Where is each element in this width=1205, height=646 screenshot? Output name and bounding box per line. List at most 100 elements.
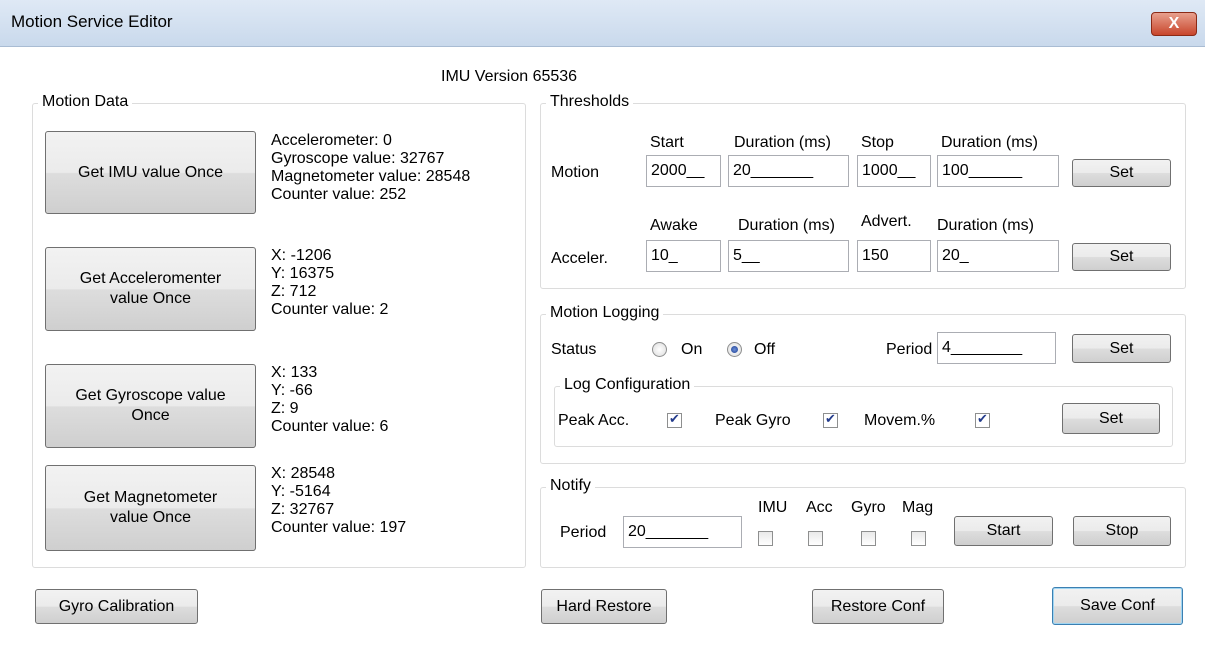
peak-gyro-checkbox[interactable] [823, 411, 838, 428]
notify-stop-button[interactable]: Stop [1073, 516, 1171, 546]
notify-period-input[interactable]: 20_______ [623, 516, 742, 548]
close-icon: X [1168, 15, 1180, 32]
get-magnetometer-value-button[interactable]: Get Magnetometer value Once [45, 465, 256, 551]
get-imu-value-button[interactable]: Get IMU value Once [45, 131, 256, 214]
advert-duration-header: Duration (ms) [937, 217, 1034, 234]
motion-data-legend: Motion Data [38, 93, 133, 111]
awake-duration-header: Duration (ms) [738, 217, 835, 234]
get-imu-value-label: Get IMU value Once [78, 163, 223, 181]
motion-set-button[interactable]: Set [1072, 159, 1171, 187]
notify-gyro-label: Gyro [851, 499, 886, 516]
accelerometer-y-value: Y: 16375 [271, 265, 335, 282]
gyroscope-x-value: X: 133 [271, 364, 318, 381]
status-off-label: Off [754, 341, 776, 358]
imu-magnetometer-value: Magnetometer value: 28548 [271, 168, 471, 185]
accelerometer-values: X: -1206 Y: 16375 Z: 712 Counter value: … [271, 247, 388, 319]
hard-restore-label: Hard Restore [556, 597, 652, 615]
motion-start-duration-input[interactable]: 20_______ [728, 155, 849, 187]
log-configuration-legend: Log Configuration [560, 376, 695, 394]
motion-row-label: Motion [551, 164, 600, 181]
notify-imu-checkbox[interactable] [758, 531, 773, 546]
peak-acc-checkbox[interactable] [667, 411, 682, 428]
get-accelerometer-label-line1: Get Acceleromenter [79, 270, 222, 287]
log-config-set-label: Set [1098, 409, 1123, 427]
thresholds-legend: Thresholds [546, 93, 634, 111]
notify-mag-label: Mag [902, 499, 934, 516]
restore-conf-label: Restore Conf [830, 597, 926, 615]
motion-set-label: Set [1109, 164, 1134, 181]
status-label: Status [551, 341, 597, 358]
magnetometer-counter-value: Counter value: 197 [271, 519, 407, 536]
imu-values: Accelerometer: 0 Gyroscope value: 32767 … [271, 132, 470, 204]
peak-gyro-label: Peak Gyro [715, 412, 791, 429]
movem-checkbox[interactable] [975, 411, 990, 428]
acceler-set-label: Set [1109, 248, 1134, 265]
logging-period-input[interactable]: 4________ [937, 332, 1056, 364]
accelerometer-x-value: X: -1206 [271, 247, 332, 264]
notify-acc-label: Acc [806, 499, 833, 516]
logging-set-button[interactable]: Set [1072, 334, 1171, 363]
save-conf-button[interactable]: Save Conf [1052, 587, 1183, 625]
gyro-calibration-button[interactable]: Gyro Calibration [35, 589, 198, 624]
status-on-radio[interactable] [652, 342, 667, 357]
notify-acc-checkbox[interactable] [808, 531, 823, 546]
acceler-row-label: Acceler. [551, 250, 608, 267]
gyroscope-z-value: Z: 9 [271, 400, 299, 417]
log-config-set-button[interactable]: Set [1062, 403, 1160, 434]
get-gyroscope-label-line2: Once [131, 407, 170, 424]
imu-counter-value: Counter value: 252 [271, 186, 407, 203]
get-gyroscope-value-button[interactable]: Get Gyroscope value Once [45, 364, 256, 448]
logging-set-label: Set [1109, 339, 1134, 357]
close-button[interactable]: X [1151, 12, 1197, 36]
peak-acc-label: Peak Acc. [558, 412, 630, 429]
gyroscope-counter-value: Counter value: 6 [271, 418, 389, 435]
awake-duration-input[interactable]: 5__ [728, 240, 849, 272]
status-on-label: On [681, 341, 703, 358]
notify-period-label: Period [560, 524, 607, 541]
advert-input[interactable]: 150 [857, 240, 931, 272]
gyro-calibration-label: Gyro Calibration [58, 597, 175, 615]
accelerometer-counter-value: Counter value: 2 [271, 301, 389, 318]
notify-start-button[interactable]: Start [954, 516, 1053, 546]
movem-label: Movem.% [864, 412, 936, 429]
magnetometer-x-value: X: 28548 [271, 465, 336, 482]
status-off-radio[interactable] [727, 342, 742, 357]
get-accelerometer-value-button[interactable]: Get Acceleromenter value Once [45, 247, 256, 331]
advert-header: Advert. [861, 213, 912, 230]
advert-duration-input[interactable]: 20_ [937, 240, 1059, 272]
motion-logging-legend: Motion Logging [546, 304, 664, 322]
notify-gyro-checkbox[interactable] [861, 531, 876, 546]
notify-mag-checkbox[interactable] [911, 531, 926, 546]
acceler-set-button[interactable]: Set [1072, 243, 1171, 271]
logging-period-label: Period [886, 341, 933, 358]
motion-duration-header: Duration (ms) [734, 134, 831, 151]
motion-stop-input[interactable]: 1000__ [857, 155, 931, 187]
gyroscope-values: X: 133 Y: -66 Z: 9 Counter value: 6 [271, 364, 388, 436]
motion-service-editor-window: Motion Service Editor X IMU Version 6553… [0, 0, 1205, 646]
get-magnetometer-label-line2: value Once [110, 509, 191, 526]
motion-start-header: Start [650, 134, 684, 151]
accelerometer-z-value: Z: 712 [271, 283, 317, 300]
restore-conf-button[interactable]: Restore Conf [812, 589, 944, 624]
magnetometer-z-value: Z: 32767 [271, 501, 335, 518]
motion-stop-duration-input[interactable]: 100______ [937, 155, 1059, 187]
awake-header: Awake [650, 217, 698, 234]
awake-input[interactable]: 10_ [646, 240, 721, 272]
notify-imu-label: IMU [758, 499, 788, 516]
notify-stop-label: Stop [1105, 522, 1139, 539]
window-title: Motion Service Editor [11, 12, 173, 31]
motion-start-input[interactable]: 2000__ [646, 155, 721, 187]
gyroscope-y-value: Y: -66 [271, 382, 313, 399]
title-bar: Motion Service Editor X [0, 0, 1205, 47]
get-magnetometer-label-line1: Get Magnetometer [83, 489, 218, 506]
save-conf-label: Save Conf [1080, 597, 1155, 614]
magnetometer-values: X: 28548 Y: -5164 Z: 32767 Counter value… [271, 465, 406, 537]
get-gyroscope-label-line1: Get Gyroscope value [75, 387, 226, 404]
get-accelerometer-label-line2: value Once [110, 290, 191, 307]
hard-restore-button[interactable]: Hard Restore [541, 589, 667, 624]
imu-accelerometer-value: Accelerometer: 0 [271, 132, 392, 149]
magnetometer-y-value: Y: -5164 [271, 483, 331, 500]
motion-stop-header: Stop [861, 134, 894, 151]
client-area: IMU Version 65536 Motion Data Get IMU va… [9, 47, 1198, 646]
imu-gyroscope-value: Gyroscope value: 32767 [271, 150, 445, 167]
